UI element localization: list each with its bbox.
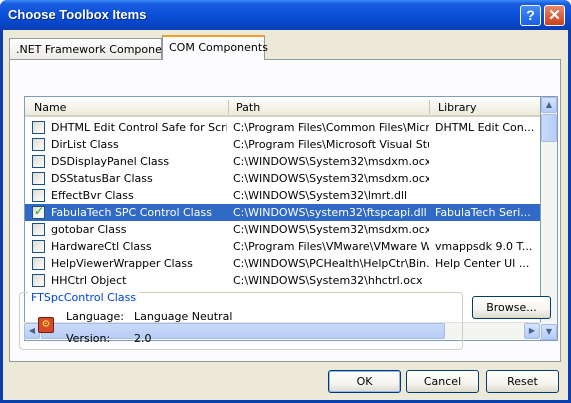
tab-net-framework-components[interactable]: .NET Framework Components <box>9 38 179 59</box>
list-item[interactable]: HHCtrl Object C:\WINDOWS\System32\hhctrl.… <box>25 272 540 289</box>
item-library: Help Center UI ... <box>435 257 530 270</box>
list-item[interactable]: DSStatusBar Class C:\WINDOWS\System32\msd… <box>25 170 540 187</box>
cancel-button[interactable]: Cancel <box>406 370 479 393</box>
list-item[interactable]: DirList Class C:\Program Files\Microsoft … <box>25 136 540 153</box>
tab-com-components[interactable]: COM Components <box>162 35 268 60</box>
item-checkbox[interactable] <box>32 189 45 202</box>
item-path: C:\Program Files\VMware\VMware W... <box>233 240 429 253</box>
scroll-right-icon[interactable]: ▶ <box>524 323 540 339</box>
item-path: C:\Program Files\Common Files\Micro... <box>233 121 429 134</box>
list-item[interactable]: HardwareCtl Class C:\Program Files\VMware… <box>25 238 540 255</box>
ok-button[interactable]: OK <box>328 370 401 393</box>
item-path: C:\WINDOWS\System32\msdxm.ocx <box>233 155 429 168</box>
item-path: C:\WINDOWS\system32\ftspcapi.dll <box>233 206 427 219</box>
item-name: HelpViewerWrapper Class <box>51 257 193 270</box>
reset-button[interactable]: Reset <box>486 370 559 393</box>
item-name: FabulaTech SPC Control Class <box>51 206 212 219</box>
item-checkbox[interactable] <box>32 274 45 287</box>
column-header-library[interactable]: Library <box>438 101 476 114</box>
item-library: vmappsdk 9.0 T... <box>435 240 533 253</box>
list-item[interactable]: EffectBvr Class C:\WINDOWS\System32\lmrt.… <box>25 187 540 204</box>
list-item[interactable]: DSDisplayPanel Class C:\WINDOWS\System32\… <box>25 153 540 170</box>
item-name: DirList Class <box>51 138 119 151</box>
window-title: Choose Toolbox Items <box>8 7 147 22</box>
item-name: DSDisplayPanel Class <box>51 155 170 168</box>
version-value: 2.0 <box>134 332 152 345</box>
item-path: C:\WINDOWS\System32\hhctrl.ocx <box>233 274 423 287</box>
item-name: HardwareCtl Class <box>51 240 152 253</box>
help-button[interactable]: ? <box>520 5 541 26</box>
reset-button-label: Reset <box>507 375 538 388</box>
browse-button[interactable]: Browse... <box>472 296 551 319</box>
item-path: C:\Program Files\Microsoft Visual Stu... <box>233 138 429 151</box>
item-checkbox[interactable] <box>32 138 45 151</box>
item-path: C:\WINDOWS\System32\msdxm.ocx <box>233 172 429 185</box>
language-label: Language: <box>66 310 124 323</box>
list-item[interactable]: DHTML Edit Control Safe for Scrip... C:\P… <box>25 119 540 136</box>
item-path: C:\WINDOWS\System32\msdxm.ocx <box>233 223 429 236</box>
item-checkbox[interactable] <box>32 257 45 270</box>
list-item[interactable]: FabulaTech SPC Control Class C:\WINDOWS\s… <box>25 204 540 221</box>
ok-button-label: OK <box>356 375 373 388</box>
item-name: DSStatusBar Class <box>51 172 153 185</box>
item-path: C:\WINDOWS\PCHealth\HelpCtr\Bin... <box>233 257 429 270</box>
column-header-name[interactable]: Name <box>34 101 66 114</box>
list-header: Name Path Library <box>25 97 540 117</box>
dialog-window: Choose Toolbox Items ? ✕ .NET Framework … <box>0 0 571 403</box>
details-group-title: FTSpcControl Class <box>28 291 140 304</box>
item-name: HHCtrl Object <box>51 274 127 287</box>
item-library: FabulaTech Seri... <box>435 206 531 219</box>
item-name: EffectBvr Class <box>51 189 134 202</box>
column-divider[interactable] <box>228 100 229 114</box>
version-label: Version: <box>66 332 111 345</box>
list-item[interactable]: gotobar Class C:\WINDOWS\System32\msdxm.o… <box>25 221 540 238</box>
column-header-path[interactable]: Path <box>236 101 260 114</box>
language-value: Language Neutral <box>134 310 233 323</box>
item-checkbox[interactable] <box>32 121 45 134</box>
item-name: gotobar Class <box>51 223 127 236</box>
item-checkbox[interactable] <box>32 223 45 236</box>
component-icon: ⚙ <box>38 317 54 333</box>
item-name: DHTML Edit Control Safe for Scrip... <box>51 121 227 134</box>
scroll-down-icon[interactable]: ▼ <box>541 324 557 340</box>
vertical-scroll-thumb[interactable] <box>541 114 557 142</box>
scroll-up-icon[interactable]: ▲ <box>541 97 557 113</box>
item-checkbox[interactable] <box>32 155 45 168</box>
browse-button-label: Browse... <box>486 301 537 314</box>
item-checkbox[interactable] <box>32 204 45 219</box>
list-item[interactable]: HelpViewerWrapper Class C:\WINDOWS\PCHeal… <box>25 255 540 272</box>
title-bar[interactable]: Choose Toolbox Items ? ✕ <box>0 0 571 30</box>
column-divider[interactable] <box>429 100 430 114</box>
item-path: C:\WINDOWS\System32\lmrt.dll <box>233 189 408 202</box>
dialog-client-area: .NET Framework Components COM Components… <box>3 30 568 400</box>
close-button[interactable]: ✕ <box>544 5 565 26</box>
item-checkbox[interactable] <box>32 240 45 253</box>
item-library: DHTML Edit Con... <box>435 121 535 134</box>
cancel-button-label: Cancel <box>423 375 462 388</box>
item-checkbox[interactable] <box>32 172 45 185</box>
